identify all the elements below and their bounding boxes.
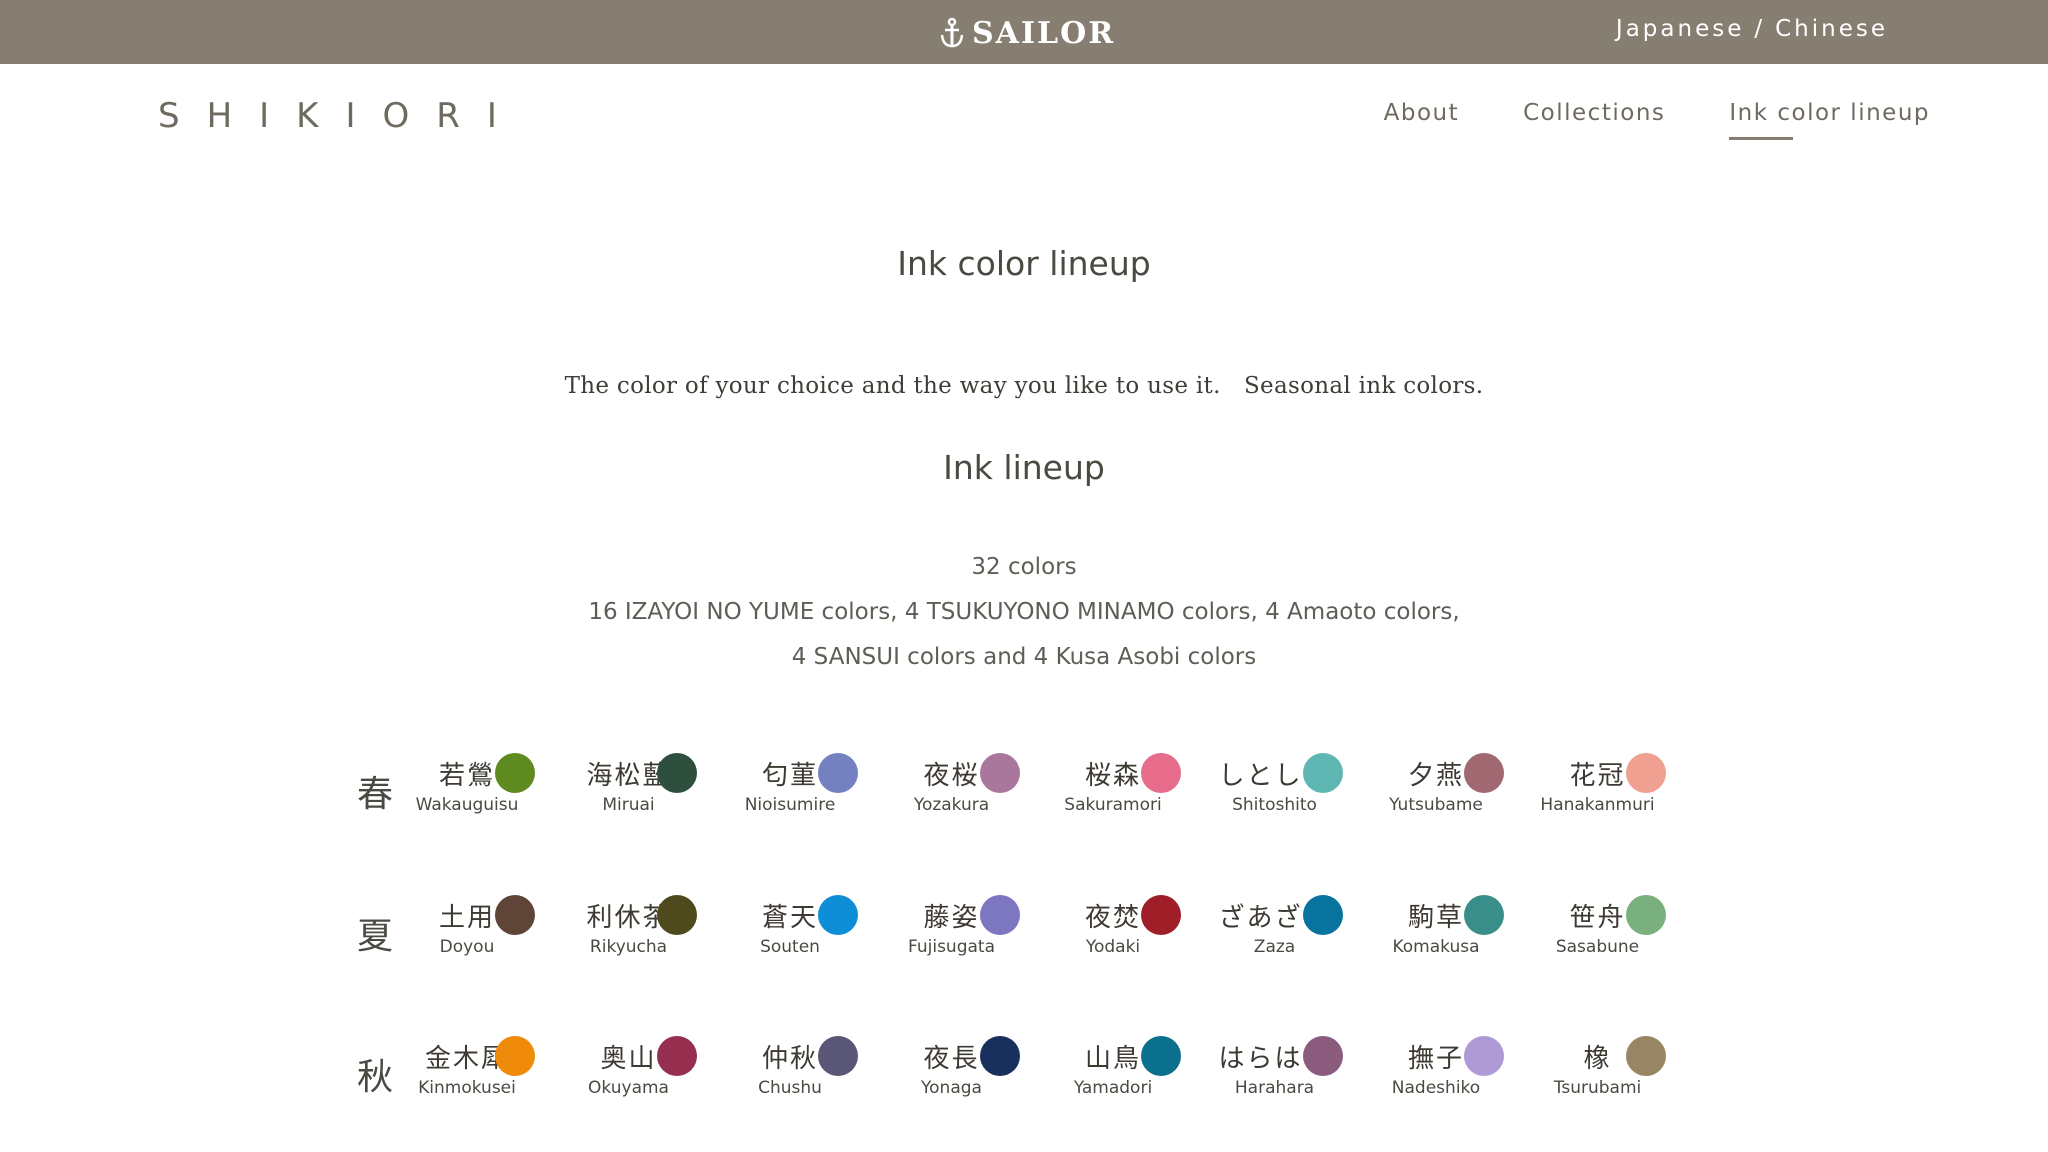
ink-name: Shitoshito xyxy=(1232,795,1317,815)
ink-item[interactable]: 藤姿 Fujisugata xyxy=(889,895,1050,975)
ink-item[interactable]: 夜桜 Yozakura xyxy=(889,753,1050,833)
season-row: 春若鶯 Wakauguisu 海松藍 Miruai 匂菫 Nioisumire 夜桜 Yoza… xyxy=(0,753,2048,843)
ink-color-swatch xyxy=(1625,753,1666,793)
ink-color-swatch xyxy=(1141,1036,1181,1076)
ink-color-swatch xyxy=(656,1036,697,1076)
ink-color-swatch xyxy=(656,895,697,935)
ink-name: Sakuramori xyxy=(1064,795,1162,815)
ink-item[interactable]: 利休茶 Rikyucha xyxy=(566,895,727,975)
ink-color-swatch xyxy=(1302,753,1343,793)
ink-name: Sasabune xyxy=(1555,937,1640,957)
ink-name: Miruai xyxy=(602,795,655,815)
ink-color-swatch xyxy=(818,753,858,793)
ink-name: Yozakura xyxy=(913,795,990,815)
ink-name: Yamadori xyxy=(1073,1078,1153,1098)
ink-name: Chushu xyxy=(758,1078,822,1098)
sailor-logo[interactable]: SAILOR xyxy=(940,14,1115,52)
ink-item[interactable]: 蒼天 Souten xyxy=(727,895,888,975)
ink-item[interactable]: 橡 Tsurubami xyxy=(1535,1036,1696,1116)
ink-name: Yodaki xyxy=(1085,937,1141,957)
ink-color-swatch xyxy=(1464,895,1504,935)
ink-item[interactable]: はらはら Harahara xyxy=(1212,1036,1373,1116)
lang-chinese-link[interactable]: Chinese xyxy=(1775,16,1888,42)
ink-item[interactable]: 桜森 Sakuramori xyxy=(1050,753,1211,833)
ink-name: Rikyucha xyxy=(589,937,668,957)
ink-item[interactable]: 撫子 Nadeshiko xyxy=(1373,1036,1534,1116)
ink-item[interactable]: ざあざあ Zaza xyxy=(1212,895,1373,975)
ink-item[interactable]: 山鳥 Yamadori xyxy=(1050,1036,1211,1116)
main-nav: About Collections Ink color lineup xyxy=(1384,100,1930,140)
ink-name: Nioisumire xyxy=(744,795,836,815)
nav-about[interactable]: About xyxy=(1384,100,1460,126)
season-label: 秋 xyxy=(357,1057,394,1098)
ink-color-swatch xyxy=(979,895,1020,935)
brand-name: SAILOR xyxy=(972,15,1116,51)
ink-item[interactable]: 匂菫 Nioisumire xyxy=(727,753,888,833)
ink-item[interactable]: 夕燕 Yutsubame xyxy=(1373,753,1534,833)
top-bar: SAILOR Japanese / Chinese xyxy=(0,0,2048,64)
page-title: Ink color lineup xyxy=(897,244,1151,283)
ink-item[interactable]: 夜長 Yonaga xyxy=(889,1036,1050,1116)
ink-name: Okuyama xyxy=(588,1078,669,1098)
shikiori-logo[interactable]: SHIKIORI xyxy=(158,96,524,136)
ink-name: Nadeshiko xyxy=(1391,1078,1481,1098)
ink-color-swatch xyxy=(1625,895,1666,935)
ink-color-swatch xyxy=(1141,895,1181,935)
ink-item[interactable]: 仲秋 Chushu xyxy=(727,1036,888,1116)
ink-name: Wakauguisu xyxy=(415,795,519,815)
ink-color-swatch xyxy=(979,753,1020,793)
ink-color-swatch xyxy=(495,1036,535,1076)
nav-collections[interactable]: Collections xyxy=(1523,100,1665,126)
series-line-2: 4 SANSUI colors and 4 Kusa Asobi colors xyxy=(791,644,1257,670)
ink-name: Zaza xyxy=(1253,937,1296,957)
ink-name: Tsurubami xyxy=(1553,1078,1642,1098)
ink-item[interactable]: 若鶯 Wakauguisu xyxy=(404,753,565,833)
ink-name: Hanakanmuri xyxy=(1540,795,1655,815)
ink-item[interactable]: 駒草 Komakusa xyxy=(1373,895,1534,975)
ink-name: Yonaga xyxy=(921,1078,982,1098)
nav-ink-color-lineup[interactable]: Ink color lineup xyxy=(1729,100,1930,140)
ink-color-swatch xyxy=(1625,1036,1666,1076)
color-count: 32 colors xyxy=(971,554,1077,580)
ink-item[interactable]: 金木犀 Kinmokusei xyxy=(404,1036,565,1116)
ink-color-swatch xyxy=(1464,753,1504,793)
ink-name: Kinmokusei xyxy=(418,1078,516,1098)
ink-item[interactable]: 夜焚 Yodaki xyxy=(1050,895,1211,975)
season-row: 夏土用 Doyou 利休茶 Rikyucha 蒼天 Souten 藤姿 Fujisugata 夜… xyxy=(0,895,2048,985)
ink-color-swatch xyxy=(495,895,535,935)
ink-color-swatch xyxy=(1464,1036,1504,1076)
ink-name: Doyou xyxy=(439,937,495,957)
ink-name: Fujisugata xyxy=(908,937,995,957)
ink-color-swatch xyxy=(1141,753,1181,793)
ink-item[interactable]: 笹舟 Sasabune xyxy=(1535,895,1696,975)
section-title: Ink lineup xyxy=(943,448,1105,487)
season-label: 夏 xyxy=(357,916,394,957)
ink-name: Yutsubame xyxy=(1389,795,1483,815)
ink-name: Komakusa xyxy=(1392,937,1480,957)
ink-color-swatch xyxy=(818,1036,858,1076)
ink-name: Harahara xyxy=(1234,1078,1315,1098)
ink-item[interactable]: 土用 Doyou xyxy=(404,895,565,975)
ink-color-swatch xyxy=(818,895,858,935)
ink-color-swatch xyxy=(656,753,697,793)
ink-color-swatch xyxy=(979,1036,1020,1076)
ink-color-swatch xyxy=(1302,1036,1343,1076)
ink-name: Souten xyxy=(760,937,820,957)
season-row: 秋金木犀 Kinmokusei 奥山 Okuyama 仲秋 Chushu 夜長 Yonaga 山… xyxy=(0,1036,2048,1126)
season-label: 春 xyxy=(357,774,394,815)
ink-color-swatch xyxy=(495,753,535,793)
lang-japanese-link[interactable]: Japanese xyxy=(1616,16,1744,42)
tagline: The color of your choice and the way you… xyxy=(564,373,1484,399)
ink-item[interactable]: 花冠 Hanakanmuri xyxy=(1535,753,1696,833)
language-switcher: Japanese / Chinese xyxy=(1616,16,1888,42)
lang-separator: / xyxy=(1754,16,1766,42)
ink-item[interactable]: しとしと Shitoshito xyxy=(1212,753,1373,833)
ink-color-swatch xyxy=(1302,895,1343,935)
anchor-icon xyxy=(940,18,964,48)
series-line-1: 16 IZAYOI NO YUME colors, 4 TSUKUYONO MI… xyxy=(588,599,1460,625)
ink-item[interactable]: 奥山 Okuyama xyxy=(566,1036,727,1116)
lineup-summary: 32 colors 16 IZAYOI NO YUME colors, 4 TS… xyxy=(0,545,2048,680)
ink-item[interactable]: 海松藍 Miruai xyxy=(566,753,727,833)
